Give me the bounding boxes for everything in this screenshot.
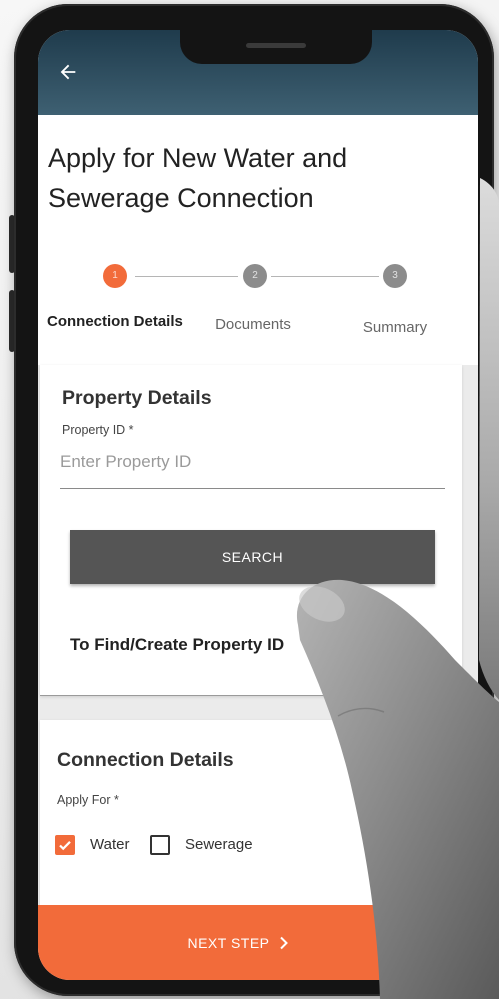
connection-details-card: Connection Details Apply For * Water Sew… [40, 720, 462, 905]
water-checkbox[interactable] [55, 835, 75, 855]
chevron-right-icon [279, 936, 288, 949]
step-connector-2 [271, 276, 379, 277]
connection-details-heading: Connection Details [57, 749, 234, 771]
find-create-property-link[interactable]: To Find/Create Property ID [70, 634, 284, 656]
sewerage-option-label[interactable]: Sewerage [185, 836, 253, 854]
next-step-content: NEXT STEP [38, 905, 438, 980]
back-button[interactable] [54, 58, 82, 86]
step-3-label: Summary [362, 319, 428, 336]
step-1-indicator[interactable]: 1 [103, 264, 127, 288]
page-header: Apply for New Water and Sewerage Connect… [38, 115, 478, 365]
step-3-indicator[interactable]: 3 [383, 264, 407, 288]
check-icon [59, 841, 71, 851]
phone-screen: Apply for New Water and Sewerage Connect… [38, 30, 478, 980]
speaker-grille [246, 43, 306, 48]
sewerage-checkbox[interactable] [150, 835, 170, 855]
search-button[interactable]: SEARCH [70, 530, 435, 584]
water-option-label[interactable]: Water [90, 836, 129, 854]
property-id-input[interactable] [60, 447, 445, 489]
back-arrow-icon [60, 64, 76, 80]
property-id-label: Property ID * [62, 423, 134, 437]
step-1-label: Connection Details [47, 313, 183, 330]
next-step-label: NEXT STEP [187, 934, 270, 951]
property-details-card: Property Details Property ID * SEARCH To… [40, 365, 462, 696]
notch [180, 30, 372, 64]
step-2-indicator[interactable]: 2 [243, 264, 267, 288]
step-2-label: Documents [215, 316, 291, 333]
apply-for-label: Apply For * [57, 793, 119, 807]
phone-frame: Apply for New Water and Sewerage Connect… [14, 4, 494, 996]
next-step-button[interactable]: NEXT STEP [38, 905, 478, 980]
step-connector-1 [135, 276, 238, 277]
property-details-heading: Property Details [62, 387, 212, 409]
page-title: Apply for New Water and Sewerage Connect… [48, 143, 348, 213]
